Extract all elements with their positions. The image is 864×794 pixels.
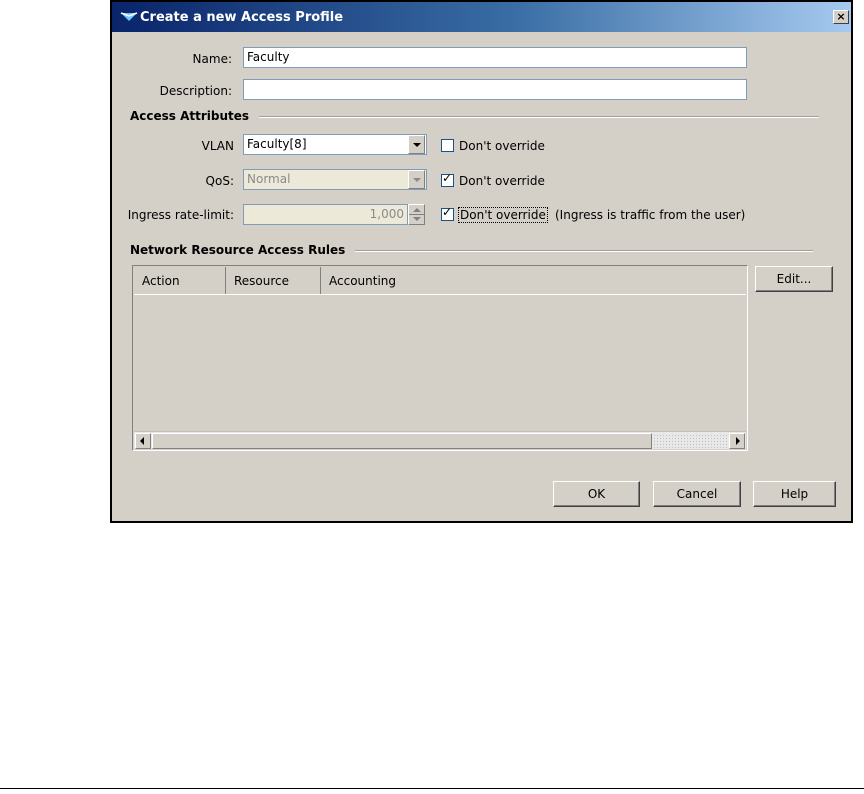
arrow-right-icon <box>736 437 740 445</box>
vlan-dont-override-checkbox[interactable] <box>441 139 454 152</box>
qos-dropdown-button <box>408 170 425 189</box>
arrow-left-icon <box>140 437 144 445</box>
qos-value: Normal <box>247 172 291 186</box>
horizontal-scrollbar[interactable] <box>134 431 746 449</box>
app-logo-icon <box>120 12 138 21</box>
ingress-dont-override-checkbox[interactable]: ✓ <box>441 205 454 221</box>
spinner-divider <box>409 214 424 215</box>
qos-label: QoS: <box>205 174 234 188</box>
table-body <box>134 296 746 429</box>
column-accounting[interactable]: Accounting <box>321 267 747 294</box>
vlan-combo[interactable]: Faculty[8] <box>243 134 427 155</box>
column-resource[interactable]: Resource <box>226 267 321 294</box>
edit-button[interactable]: Edit... <box>755 266 833 292</box>
spinner-up-icon <box>413 208 421 212</box>
help-button[interactable]: Help <box>753 481 836 507</box>
name-field[interactable]: Faculty <box>243 47 747 68</box>
column-action[interactable]: Action <box>134 267 226 294</box>
ingress-spinner[interactable] <box>408 204 425 225</box>
ingress-note: (Ingress is traffic from the user) <box>555 208 746 222</box>
vlan-value: Faculty[8] <box>247 137 307 151</box>
vlan-dropdown-button[interactable] <box>408 135 425 154</box>
vlan-label: VLAN <box>201 139 234 153</box>
qos-combo: Normal <box>243 169 427 190</box>
chevron-down-icon <box>413 143 421 147</box>
name-label: Name: <box>192 52 232 66</box>
name-value: Faculty <box>247 50 290 64</box>
rules-section-title: Network Resource Access Rules <box>130 243 346 257</box>
ok-button[interactable]: OK <box>553 481 640 507</box>
close-button[interactable]: × <box>833 10 849 24</box>
description-field[interactable] <box>243 79 747 100</box>
ingress-rate-field: 1,000 <box>243 204 408 225</box>
scroll-track[interactable] <box>653 434 727 448</box>
checkmark-icon: ✓ <box>442 171 453 185</box>
section-divider <box>259 115 820 118</box>
rules-section: Network Resource Access Rules <box>130 243 841 257</box>
rules-table: Action Resource Accounting <box>132 265 748 451</box>
qos-dont-override-checkbox[interactable]: ✓ <box>441 171 454 187</box>
chevron-down-icon <box>413 178 421 182</box>
vlan-dont-override-label: Don't override <box>459 139 545 153</box>
scroll-right-button[interactable] <box>729 433 745 449</box>
close-icon: × <box>836 10 846 23</box>
access-attributes-title: Access Attributes <box>130 109 250 123</box>
spinner-down-icon <box>413 217 421 221</box>
window-title: Create a new Access Profile <box>140 10 344 25</box>
cancel-button[interactable]: Cancel <box>653 481 741 507</box>
table-header: Action Resource Accounting <box>134 267 746 295</box>
access-attributes-section: Access Attributes <box>130 109 841 123</box>
title-bar[interactable]: Create a new Access Profile × <box>112 2 851 32</box>
checkmark-icon: ✓ <box>442 205 453 219</box>
access-profile-dialog: Create a new Access Profile × Name: Facu… <box>110 0 853 523</box>
ingress-dont-override-label: Don't override <box>458 207 548 223</box>
description-label: Description: <box>159 84 232 98</box>
ingress-value: 1,000 <box>369 207 404 221</box>
section-divider <box>355 249 814 252</box>
scroll-thumb[interactable] <box>152 433 652 449</box>
page-footer-rule <box>0 788 864 789</box>
ingress-label: Ingress rate-limit: <box>127 208 234 222</box>
qos-dont-override-label: Don't override <box>459 174 545 188</box>
scroll-left-button[interactable] <box>135 433 151 449</box>
